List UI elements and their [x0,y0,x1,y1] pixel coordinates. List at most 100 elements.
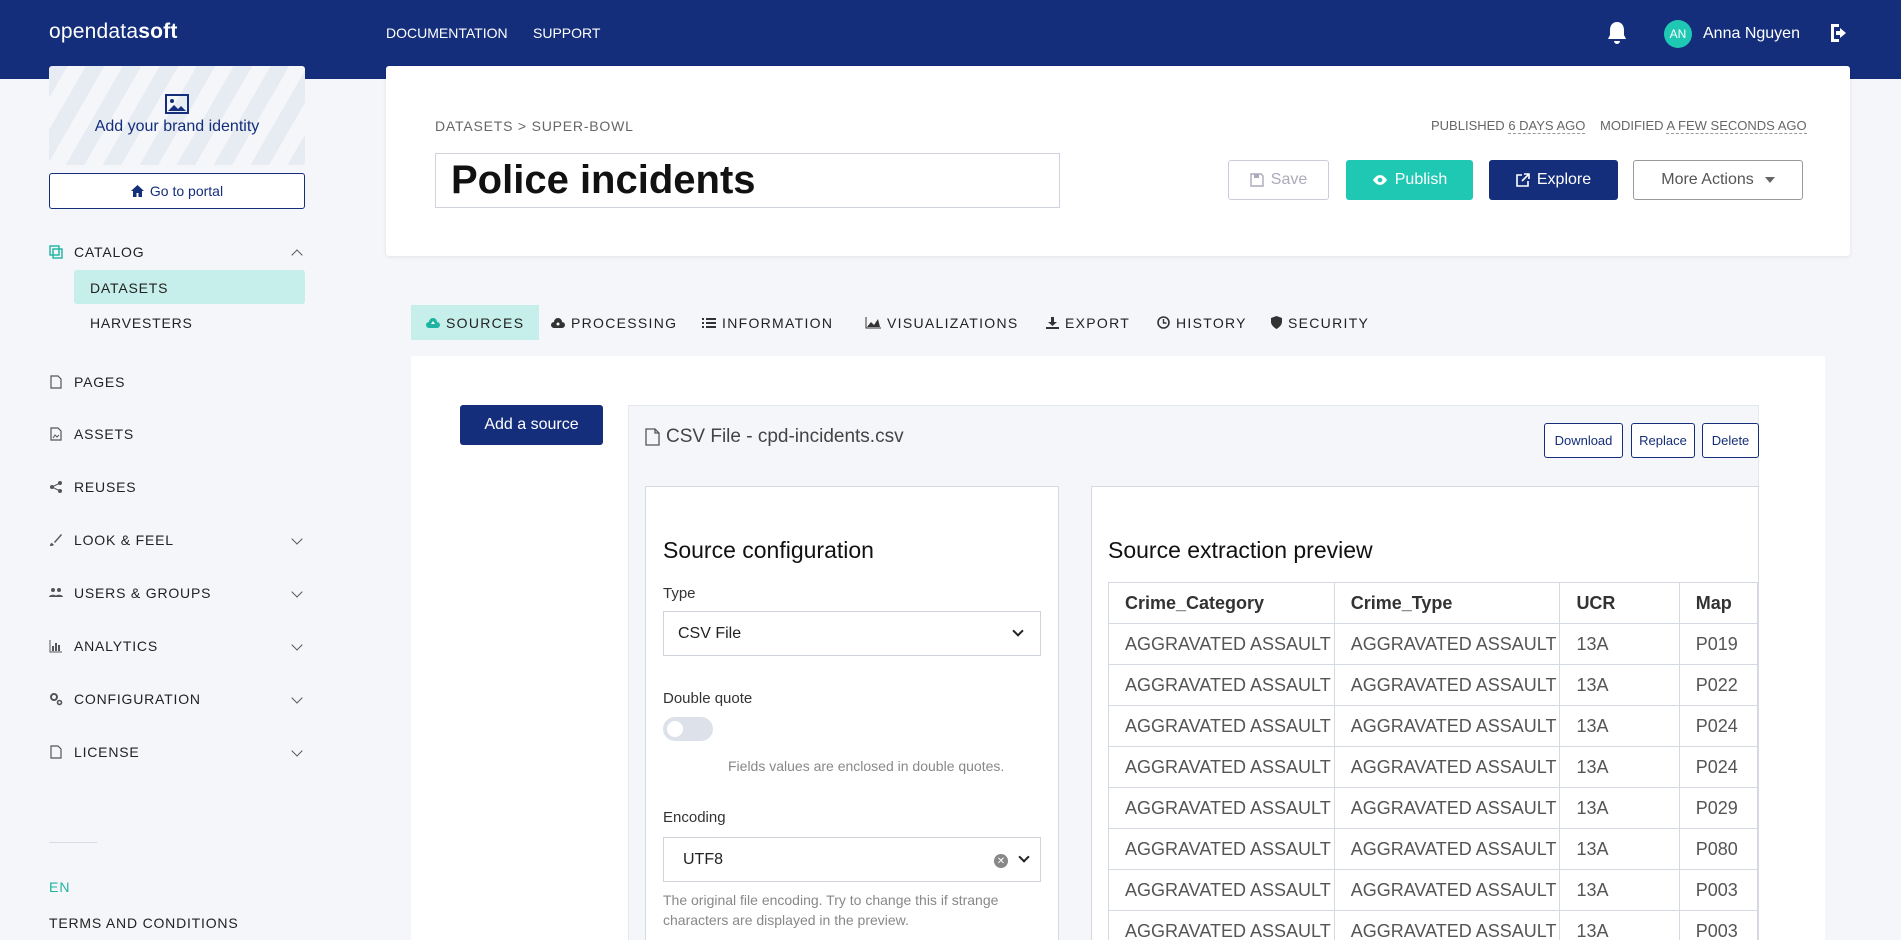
table-cell: AGGRAVATED ASSAULT [1108,828,1335,870]
encoding-help: The original file encoding. Try to chang… [663,892,999,928]
tab-security[interactable]: SECURITY [1256,305,1384,340]
column-header[interactable]: Crime_Category [1108,582,1335,624]
delete-button[interactable]: Delete [1702,423,1759,458]
catalog-icon [49,245,63,259]
table-cell: AGGRAVATED ASSAULT [1333,910,1561,940]
table-cell: AGGRAVATED ASSAULT [1108,623,1335,665]
asset-icon [50,427,62,441]
sidebar-item-assets[interactable]: ASSETS [49,426,134,442]
sidebar-item-harvesters[interactable]: HARVESTERS [90,315,193,331]
column-header[interactable]: Map [1678,582,1758,624]
table-cell: P080 [1678,828,1758,870]
table-cell: AGGRAVATED ASSAULT [1333,787,1561,829]
table-cell: 13A [1559,705,1680,747]
sidebar-item-catalog[interactable]: CATALOG [49,244,144,260]
tab-visualizations[interactable]: VISUALIZATIONS [850,305,1034,340]
table-cell: AGGRAVATED ASSAULT [1108,664,1335,706]
table-header-row: Crime_Category Crime_Type UCR Map [1108,582,1758,624]
column-header[interactable]: UCR [1559,582,1680,624]
encoding-label: Encoding [663,809,726,826]
sidebar-label-look-feel: LOOK & FEEL [74,532,174,548]
more-actions-button[interactable]: More Actions [1633,160,1803,200]
logout-icon[interactable] [1828,22,1852,44]
double-quote-toggle[interactable] [663,717,713,741]
explore-button[interactable]: Explore [1489,160,1618,200]
table-cell: AGGRAVATED ASSAULT [1333,869,1561,911]
sidebar-item-license[interactable]: LICENSE [49,744,140,760]
users-icon [49,588,63,597]
dataset-header: DATASETS > SUPER-BOWL PUBLISHED 6 DAYS A… [386,66,1850,256]
dataset-title-input[interactable]: Police incidents [435,153,1060,208]
encoding-select[interactable]: UTF8 ✕ [663,837,1041,882]
download-button[interactable]: Download [1544,423,1623,458]
opendatasoft-logo[interactable]: opendatasoft [49,20,178,44]
chevron-down-icon[interactable] [291,692,303,704]
brand-identity-label: Add your brand identity [94,118,260,135]
sidebar-label-users-groups: USERS & GROUPS [74,585,212,601]
table-cell: 13A [1559,746,1680,788]
preview-heading: Source extraction preview [1108,537,1373,563]
replace-button[interactable]: Replace [1631,423,1695,458]
go-to-portal-button[interactable]: Go to portal [49,173,305,209]
user-name[interactable]: Anna Nguyen [1703,25,1800,43]
chevron-up-icon[interactable] [291,249,303,261]
nav-support[interactable]: SUPPORT [533,25,600,41]
bell-icon[interactable] [1605,20,1629,46]
sidebar-item-datasets[interactable]: DATASETS [90,280,168,296]
chevron-down-icon [1018,851,1030,863]
document-icon [50,745,62,759]
table-cell: P019 [1678,623,1758,665]
chevron-down-icon[interactable] [291,745,303,757]
terms-link[interactable]: TERMS AND CONDITIONS [49,915,238,931]
table-cell: AGGRAVATED ASSAULT [1333,705,1561,747]
preview-table: Crime_Category Crime_Type UCR Map AGGRAV… [1108,582,1758,940]
table-row: AGGRAVATED ASSAULT AGGRAVATED ASSAULT 13A P… [1108,705,1758,747]
sidebar-item-users-groups[interactable]: USERS & GROUPS [49,585,211,601]
avatar[interactable]: AN [1664,20,1692,48]
tab-sources[interactable]: SOURCES [411,305,540,340]
type-select[interactable]: CSV File [663,611,1041,656]
sidebar-label-license: LICENSE [74,744,140,760]
clear-icon[interactable]: ✕ [994,854,1008,868]
publish-button[interactable]: Publish [1346,160,1473,200]
add-source-button[interactable]: Add a source [460,405,603,445]
sidebar-item-look-feel[interactable]: LOOK & FEEL [49,532,174,548]
sidebar-item-analytics[interactable]: ANALYTICS [49,638,158,654]
sidebar-item-configuration[interactable]: CONFIGURATION [49,691,201,707]
table-cell: AGGRAVATED ASSAULT [1108,869,1335,911]
table-row: AGGRAVATED ASSAULT AGGRAVATED ASSAULT 13A P… [1108,664,1758,706]
analytics-icon [49,640,62,653]
table-cell: AGGRAVATED ASSAULT [1108,746,1335,788]
chevron-down-icon[interactable] [291,586,303,598]
gears-icon [50,693,63,706]
table-cell: 13A [1559,869,1680,911]
sidebar-divider [49,842,97,843]
sidebar-item-reuses[interactable]: REUSES [49,479,136,495]
table-row: AGGRAVATED ASSAULT AGGRAVATED ASSAULT 13A P… [1108,623,1758,665]
clock-icon [1157,316,1170,329]
cloud-upload-icon [426,317,440,328]
list-icon [702,317,716,328]
tab-information[interactable]: INFORMATION [687,305,848,340]
tab-history[interactable]: HISTORY [1142,305,1262,340]
nav-documentation[interactable]: DOCUMENTATION [386,25,508,41]
table-cell: AGGRAVATED ASSAULT [1108,910,1335,940]
tab-export[interactable]: EXPORT [1031,305,1145,340]
breadcrumb[interactable]: DATASETS > SUPER-BOWL [435,118,634,134]
go-to-portal-label: Go to portal [149,183,224,199]
brand-identity-placeholder[interactable]: Add your brand identity [49,66,305,165]
encoding-value: UTF8 [683,850,723,868]
double-quote-label: Double quote [663,690,753,707]
shield-icon [1271,316,1282,329]
save-button[interactable]: Save [1228,160,1329,200]
sidebar-label-assets: ASSETS [74,426,135,442]
chevron-down-icon[interactable] [291,639,303,651]
column-header[interactable]: Crime_Type [1333,582,1561,624]
table-cell: 13A [1559,623,1680,665]
tab-processing[interactable]: PROCESSING [536,305,692,340]
chevron-down-icon[interactable] [291,533,303,545]
language-selector[interactable]: EN [49,879,70,895]
table-cell: AGGRAVATED ASSAULT [1108,787,1335,829]
sidebar-item-pages[interactable]: PAGES [49,374,125,390]
sidebar-label-catalog: CATALOG [74,244,145,260]
